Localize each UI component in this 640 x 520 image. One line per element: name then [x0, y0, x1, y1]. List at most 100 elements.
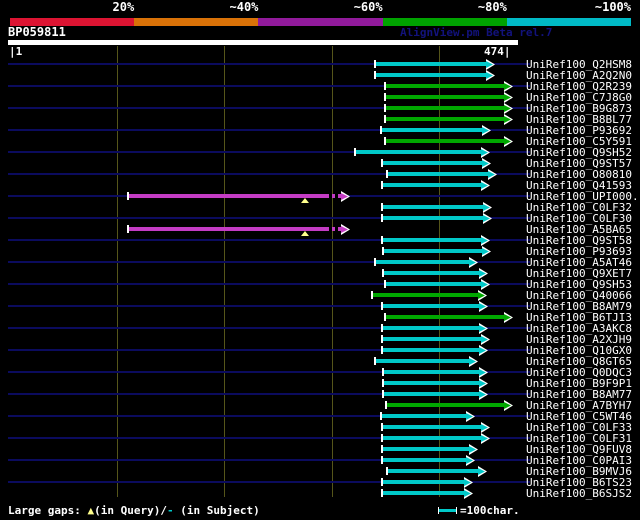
identity-scale-segment: [258, 18, 384, 26]
alignment-bar[interactable]: [383, 381, 480, 385]
alignment-bar[interactable]: [383, 271, 480, 275]
alignment-bar[interactable]: [375, 62, 487, 66]
alignment-bar-start-tick: [374, 71, 376, 79]
alignment-bar[interactable]: [382, 447, 470, 451]
alignment-bar[interactable]: [128, 227, 342, 231]
alignment-bar[interactable]: [383, 370, 480, 374]
alignment-bar-arrowhead: [483, 213, 492, 224]
identity-scale-segment: [134, 18, 259, 26]
alignment-bar[interactable]: [385, 139, 505, 143]
scale-line-right-tick: [456, 507, 457, 514]
alignment-bar-arrowhead: [486, 59, 495, 70]
alignment-bar-arrowhead-fill: [481, 424, 488, 431]
alignment-bar[interactable]: [375, 260, 470, 264]
alignment-bar-arrowhead: [481, 279, 490, 290]
alignment-bar[interactable]: [385, 84, 505, 88]
alignment-bar[interactable]: [385, 95, 505, 99]
alignment-bar[interactable]: [382, 337, 482, 341]
alignment-bar[interactable]: [375, 359, 470, 363]
alignment-bar[interactable]: [382, 216, 484, 220]
alignment-bar[interactable]: [385, 282, 482, 286]
alignment-bar[interactable]: [382, 348, 480, 352]
alignment-bar-arrowhead: [479, 367, 488, 378]
query-ruler-bar: [8, 40, 518, 45]
alignment-bar-start-tick: [127, 192, 129, 200]
large-gaps-prefix: Large gaps:: [8, 504, 88, 517]
alignment-bar[interactable]: [385, 106, 505, 110]
alignment-bar[interactable]: [382, 491, 465, 495]
alignment-bar-arrowhead: [469, 444, 478, 455]
alignment-bar[interactable]: [382, 161, 483, 165]
alignment-bar-start-tick: [374, 258, 376, 266]
alignment-bar-start-tick: [381, 214, 383, 222]
alignment-bar-arrowhead-fill: [481, 336, 488, 343]
alignment-bar[interactable]: [381, 128, 483, 132]
alignment-bar[interactable]: [355, 150, 482, 154]
alignment-bar-arrowhead: [478, 466, 487, 477]
hit-subject-label[interactable]: UniRef100_B6SJS2: [526, 488, 632, 499]
alignment-bar-arrowhead: [504, 81, 513, 92]
alignment-bar[interactable]: [382, 425, 482, 429]
alignment-bar-start-tick: [381, 445, 383, 453]
alignment-bar-start-tick: [127, 225, 129, 233]
alignment-bar-start-tick: [382, 247, 384, 255]
alignment-bar-arrowhead: [481, 235, 490, 246]
alignment-bar-start-tick: [381, 203, 383, 211]
alignment-bar-arrowhead: [482, 158, 491, 169]
alignment-bar[interactable]: [385, 117, 505, 121]
scale-100char-line: [438, 507, 457, 514]
alignment-bar-arrowhead: [483, 202, 492, 213]
alignment-bar[interactable]: [386, 403, 505, 407]
subject-gap-notch: [335, 194, 338, 198]
alignment-bar[interactable]: [382, 326, 480, 330]
alignment-bar-arrowhead-fill: [479, 380, 486, 387]
alignment-bar-arrowhead-fill: [479, 270, 486, 277]
alignment-bar-arrowhead: [482, 125, 491, 136]
alignment-bar-start-tick: [381, 478, 383, 486]
query-gap-text: (in Query)/: [94, 504, 167, 517]
alignment-bar[interactable]: [375, 73, 487, 77]
alignment-bar[interactable]: [382, 480, 465, 484]
alignment-bar[interactable]: [387, 469, 479, 473]
alignment-bar[interactable]: [383, 249, 483, 253]
alignment-bar[interactable]: [381, 414, 467, 418]
alignment-bar-arrowhead: [479, 345, 488, 356]
alignment-bar[interactable]: [382, 238, 482, 242]
alignment-bar-arrowhead-fill: [504, 314, 511, 321]
alignment-bar-start-tick: [385, 401, 387, 409]
alignment-bar-start-tick: [384, 82, 386, 90]
alignment-bar-start-tick: [374, 60, 376, 68]
alignment-bar-arrowhead-fill: [504, 402, 511, 409]
alignment-bar[interactable]: [383, 392, 480, 396]
alignment-bar-arrowhead-fill: [464, 490, 471, 497]
alignment-bar[interactable]: [385, 315, 505, 319]
alignment-bar-arrowhead-fill: [482, 160, 489, 167]
identity-scale-segment: [506, 18, 632, 26]
alignment-bar[interactable]: [387, 172, 489, 176]
alignment-bar[interactable]: [372, 293, 479, 297]
alignment-bar[interactable]: [382, 183, 482, 187]
alignment-bar[interactable]: [382, 458, 467, 462]
subject-gap-notch: [329, 227, 332, 231]
alignment-bar-start-tick: [382, 368, 384, 376]
ruler-start-label: |1: [9, 45, 23, 58]
alignment-bar-arrowhead: [479, 378, 488, 389]
alignment-bar-start-tick: [374, 357, 376, 365]
alignment-bar[interactable]: [382, 304, 480, 308]
alignment-bar-start-tick: [384, 137, 386, 145]
alignment-bar-arrowhead: [479, 268, 488, 279]
alignment-bar-start-tick: [382, 390, 384, 398]
identity-scale-label: ~80%: [477, 0, 507, 14]
subject-gap-text: (in Subject): [173, 504, 260, 517]
ruler-gridline: [332, 46, 333, 497]
alignment-bar-arrowhead-fill: [504, 116, 511, 123]
ruler-gridline: [224, 46, 225, 497]
alignment-bar-start-tick: [381, 423, 383, 431]
alignment-bar[interactable]: [128, 194, 342, 198]
alignment-bar-arrowhead-fill: [469, 446, 476, 453]
alignment-bar-start-tick: [386, 170, 388, 178]
alignment-bar[interactable]: [382, 205, 484, 209]
alignment-bar-start-tick: [380, 412, 382, 420]
alignment-bar-arrowhead: [466, 411, 475, 422]
alignment-bar[interactable]: [382, 436, 482, 440]
